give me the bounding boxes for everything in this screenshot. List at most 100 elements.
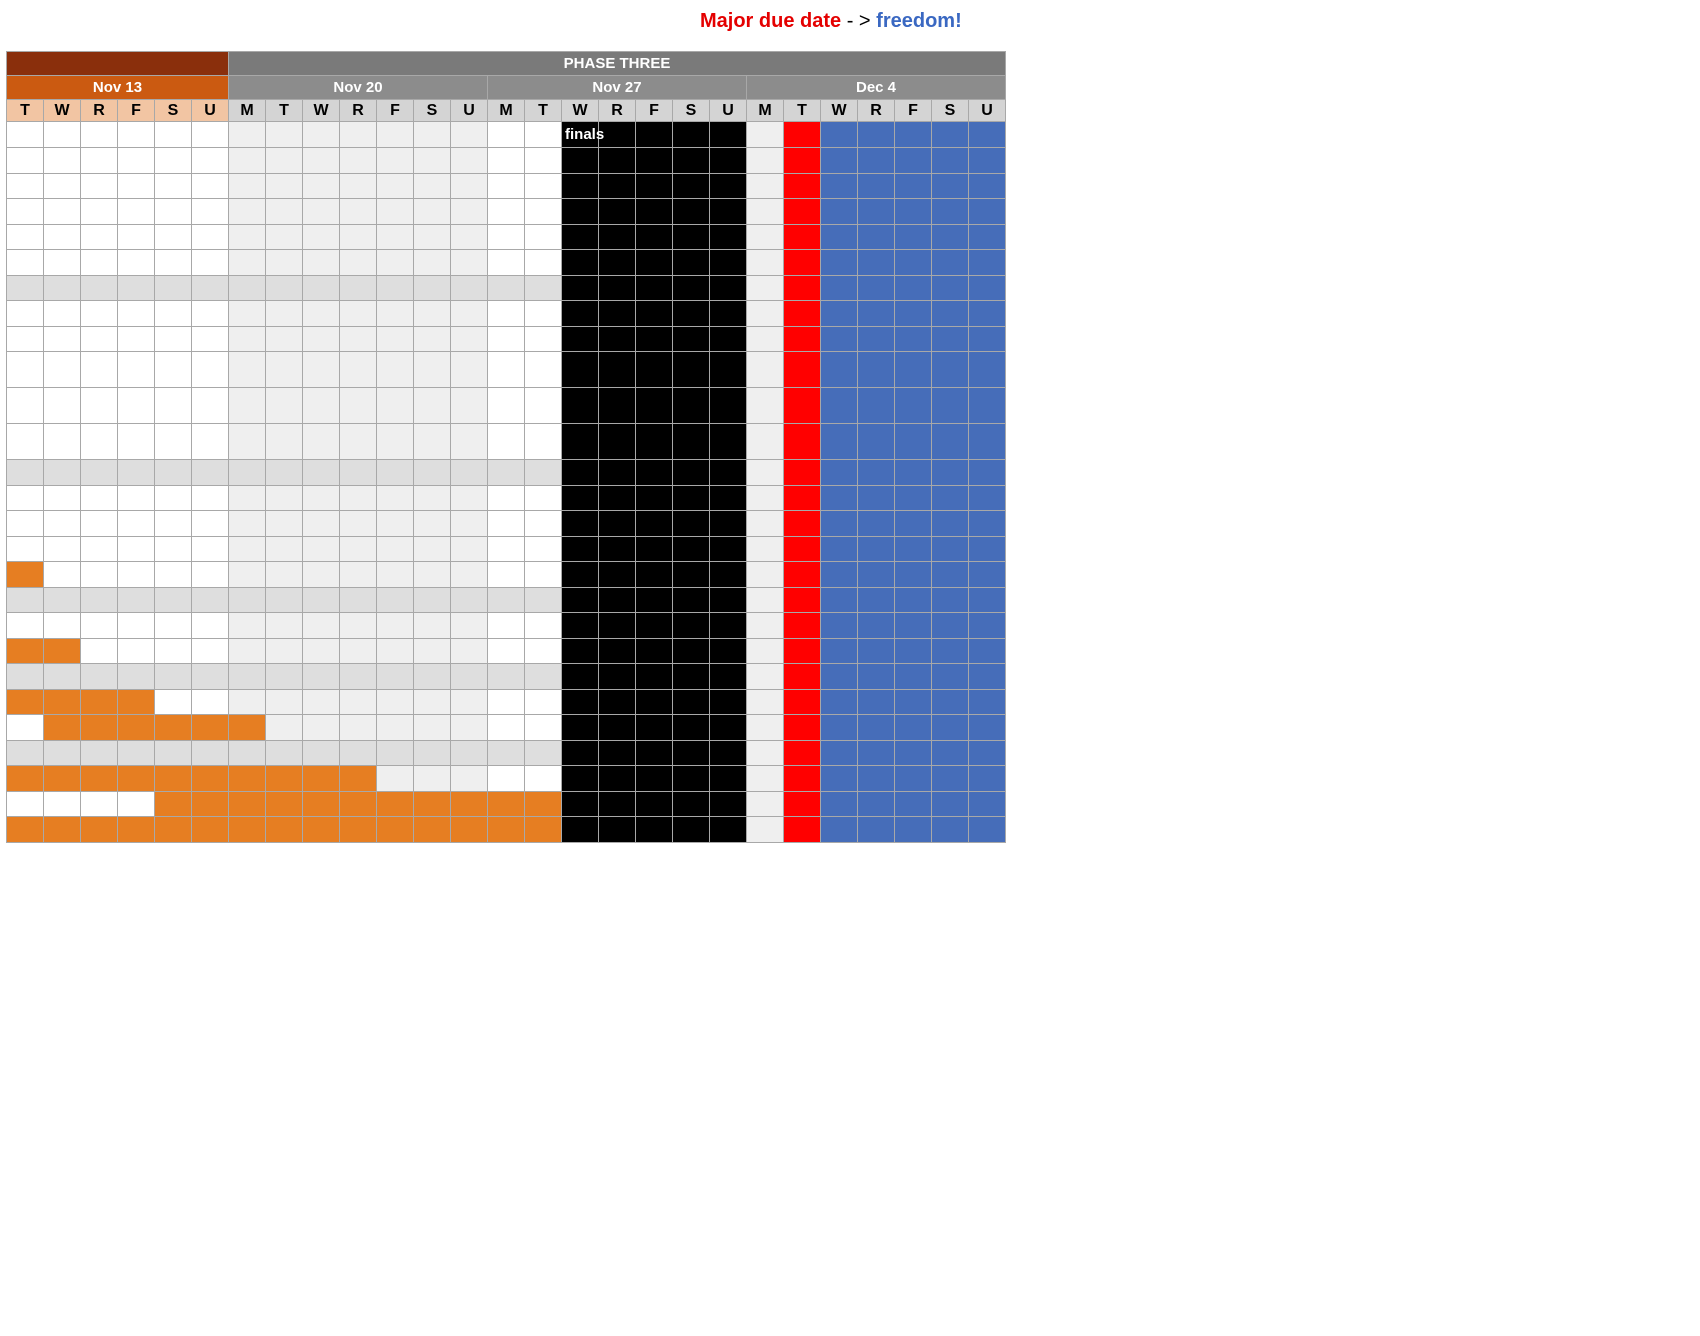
grid-cell [7,224,44,250]
grid-cell [192,740,229,766]
grid-cell [525,511,562,537]
grid-cell [525,740,562,766]
grid-cell [414,587,451,613]
grid-cell [155,817,192,843]
grid-cell [969,301,1006,327]
grid-cell [932,791,969,817]
grid-cell [858,148,895,174]
grid-cell [192,817,229,843]
grid-cell [969,562,1006,588]
grid-cell [44,424,81,460]
grid-cell [266,664,303,690]
grid-cell [969,388,1006,424]
day-header: S [155,100,192,122]
grid-cell [192,460,229,486]
grid-cell [44,301,81,327]
grid-cell [229,275,266,301]
grid-cell [303,638,340,664]
grid-cell [377,562,414,588]
grid-cell [377,511,414,537]
grid-cell [118,664,155,690]
grid-cell [81,740,118,766]
grid-cell [710,689,747,715]
grid-cell [340,485,377,511]
grid-cell [636,638,673,664]
grid-cell [229,326,266,352]
grid-cell [155,536,192,562]
grid-cell [340,301,377,327]
grid-cell [858,740,895,766]
grid-cell [895,424,932,460]
table-row [7,766,1006,792]
grid-cell [451,638,488,664]
grid-cell [747,460,784,486]
grid-cell [858,536,895,562]
grid-cell [858,715,895,741]
grid-cell [340,352,377,388]
day-header: F [636,100,673,122]
grid-cell [44,485,81,511]
grid-cell [81,562,118,588]
grid-cell [969,424,1006,460]
grid-cell [377,766,414,792]
grid-cell [303,424,340,460]
grid-cell [636,740,673,766]
table-row [7,638,1006,664]
grid-cell [44,250,81,276]
grid-cell [118,638,155,664]
grid-cell [599,613,636,639]
grid-cell [562,224,599,250]
grid-cell [747,817,784,843]
grid-cell [44,388,81,424]
grid-cell [525,173,562,199]
grid-cell [303,352,340,388]
grid-cell [118,301,155,327]
grid-cell [266,301,303,327]
grid-cell [340,689,377,715]
grid-cell [377,275,414,301]
grid-cell [303,536,340,562]
grid-cell [81,301,118,327]
grid-cell [599,740,636,766]
grid-cell [821,148,858,174]
grid-cell [7,613,44,639]
grid-cell [673,638,710,664]
grid-cell [969,173,1006,199]
grid-cell [118,587,155,613]
grid-cell [784,791,821,817]
grid-cell [44,536,81,562]
table-row [7,664,1006,690]
grid-cell [155,250,192,276]
grid-cell [969,275,1006,301]
grid-cell [747,148,784,174]
grid-cell [44,638,81,664]
grid-cell [7,250,44,276]
table-row [7,250,1006,276]
grid-cell [821,122,858,148]
grid-cell [858,587,895,613]
grid-cell [525,562,562,588]
grid-cell [821,689,858,715]
grid-cell [784,817,821,843]
grid-cell [155,562,192,588]
grid-cell [784,388,821,424]
grid-cell [81,460,118,486]
schedule-grid: PHASE THREE Nov 13 Nov 20 Nov 27 Dec 4 T… [6,51,1006,843]
grid-cell [895,740,932,766]
grid-cell [229,301,266,327]
grid-cell [895,562,932,588]
grid-cell [562,587,599,613]
day-header: U [451,100,488,122]
grid-cell [488,587,525,613]
grid-cell [44,460,81,486]
grid-cell [266,122,303,148]
grid-cell [562,424,599,460]
grid-cell [7,275,44,301]
grid-cell [710,638,747,664]
grid-cell [192,326,229,352]
grid-cell [303,224,340,250]
grid-cell [784,511,821,537]
grid-cell [636,173,673,199]
grid-cell [858,352,895,388]
grid-cell [673,562,710,588]
